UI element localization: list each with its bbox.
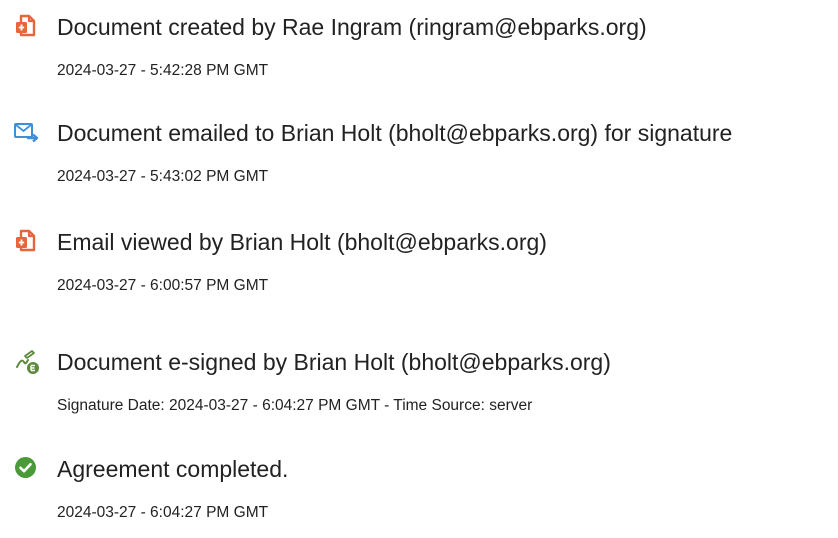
event-timestamp: 2024-03-27 - 5:42:28 PM GMT [57,62,269,79]
event-timestamp: 2024-03-27 - 5:43:02 PM GMT [57,168,269,185]
event-title: Document e-signed by Brian Holt (bholt@e… [57,349,611,375]
event-title: Agreement completed. [57,456,289,482]
event-title: Document emailed to Brian Holt (bholt@eb… [57,120,733,146]
checkmark-icon [12,454,42,484]
event-title: Email viewed by Brian Holt (bholt@ebpark… [57,229,547,255]
email-sent-icon [12,118,42,148]
document-created-icon [12,12,42,42]
e-signed-icon [12,347,42,377]
email-viewed-icon [12,227,42,257]
event-title: Document created by Rae Ingram (ringram@… [57,14,647,40]
event-timestamp: 2024-03-27 - 6:00:57 PM GMT [57,277,269,294]
event-timestamp: Signature Date: 2024-03-27 - 6:04:27 PM … [57,397,533,414]
event-timestamp: 2024-03-27 - 6:04:27 PM GMT [57,504,269,521]
